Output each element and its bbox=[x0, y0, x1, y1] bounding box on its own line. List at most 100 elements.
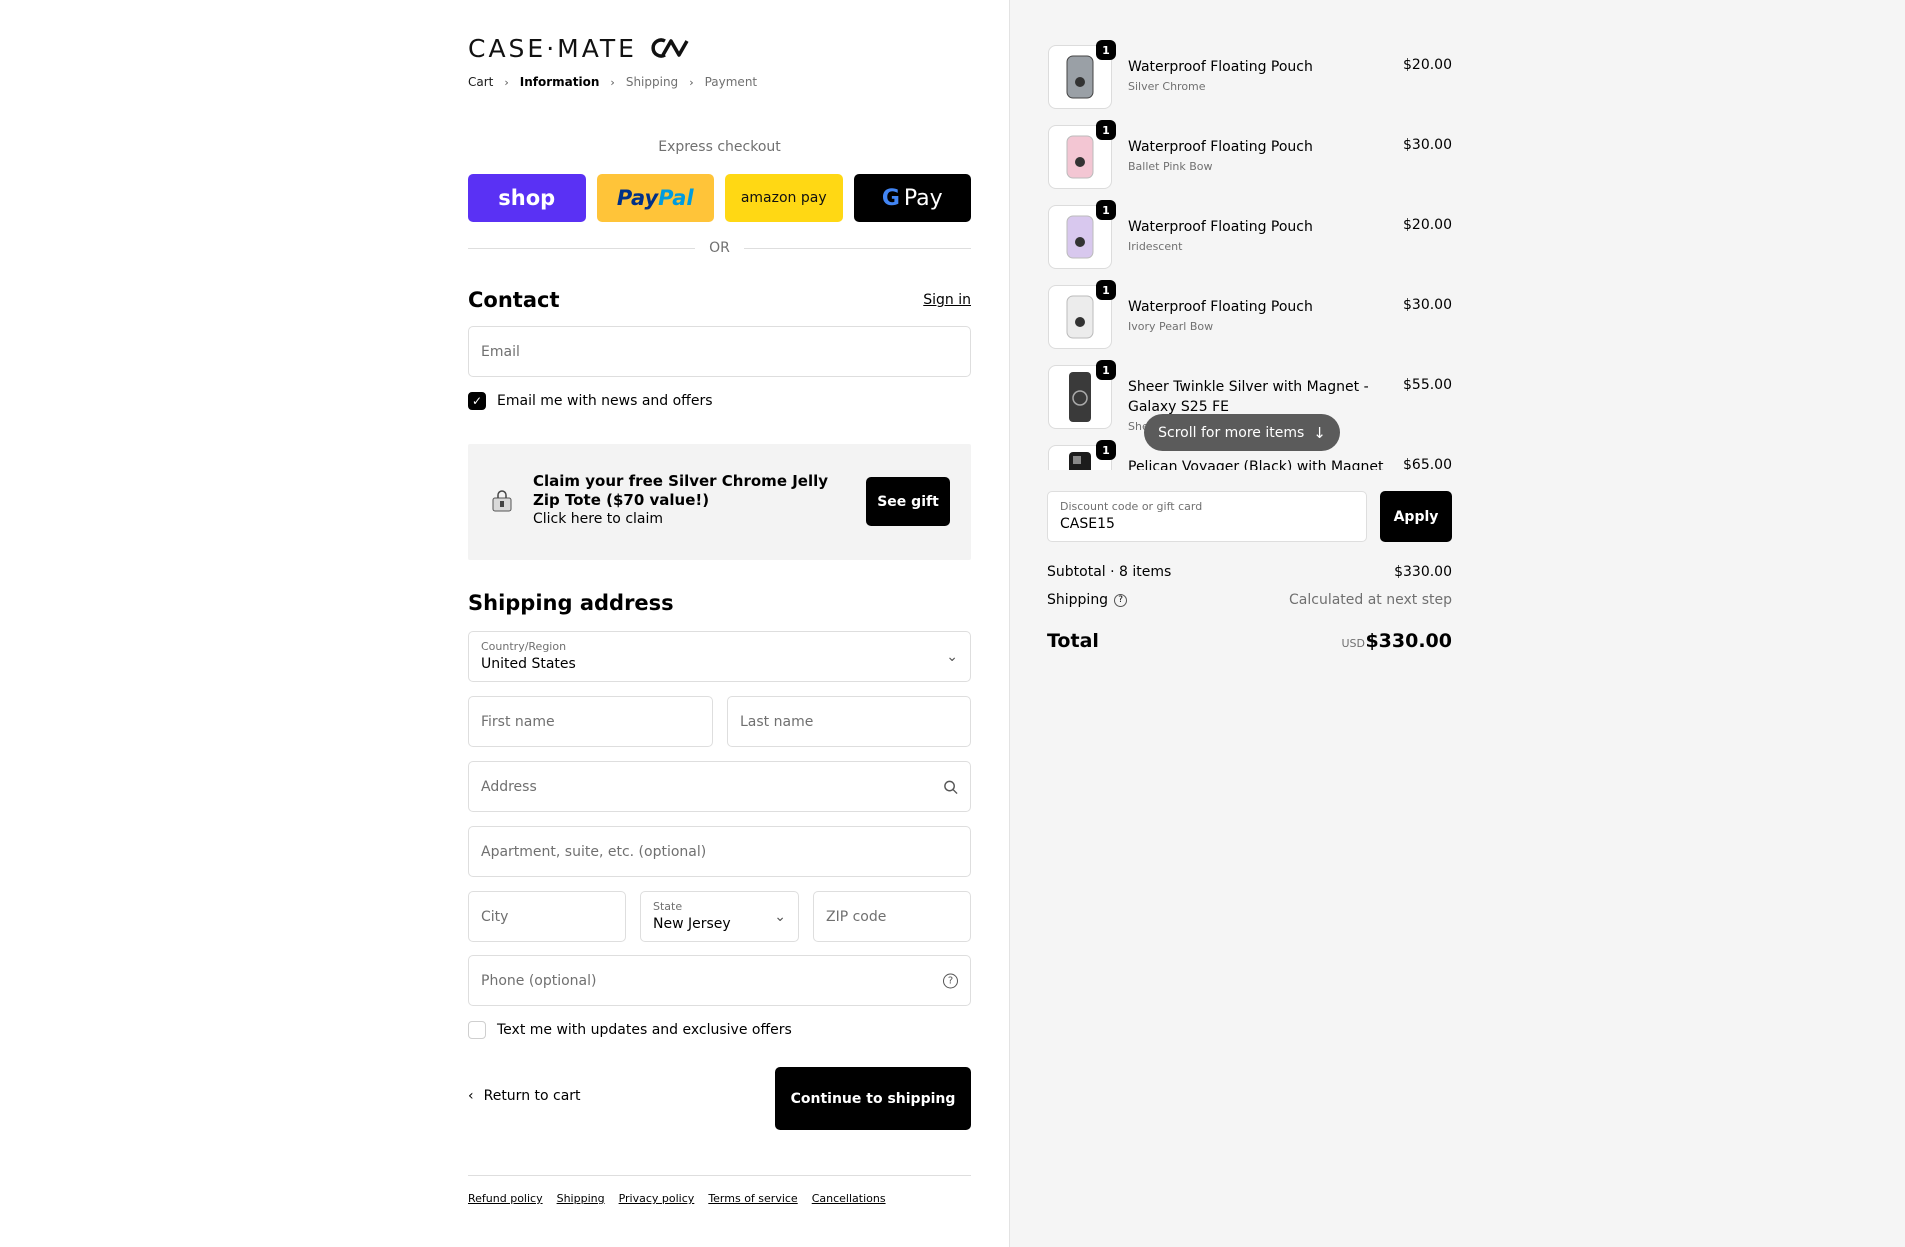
amazon-pay-label: amazon pay bbox=[740, 190, 827, 206]
shop-pay-label: shop bbox=[498, 186, 556, 210]
quantity-badge: 1 bbox=[1096, 40, 1116, 60]
quantity-badge: 1 bbox=[1096, 280, 1116, 300]
help-circle-icon[interactable]: ? bbox=[943, 973, 958, 988]
email-news-checkbox-row[interactable]: ✓ Email me with news and offers bbox=[468, 392, 713, 410]
shop-pay-button[interactable]: shop bbox=[468, 174, 586, 222]
order-item: 1 Waterproof Floating Pouch Iridescent $… bbox=[1047, 196, 1452, 269]
free-gift-banner[interactable]: Claim your free Silver Chrome Jelly Zip … bbox=[468, 444, 971, 560]
express-checkout-title: Express checkout bbox=[658, 139, 781, 155]
state-value: New Jersey bbox=[653, 916, 731, 932]
order-item: 1 Waterproof Floating Pouch Silver Chrom… bbox=[1047, 36, 1452, 109]
cancellations-link[interactable]: Cancellations bbox=[812, 1192, 886, 1205]
sms-label: Text me with updates and exclusive offer… bbox=[497, 1022, 792, 1038]
apartment-placeholder: Apartment, suite, etc. (optional) bbox=[481, 843, 707, 860]
state-label: State bbox=[653, 900, 683, 913]
breadcrumb-cart[interactable]: Cart bbox=[468, 75, 493, 89]
terms-of-service-link[interactable]: Terms of service bbox=[708, 1192, 797, 1205]
shipping-row: Shipping? Calculated at next step bbox=[1047, 592, 1452, 608]
subtotal-value: $330.00 bbox=[1394, 564, 1452, 580]
scroll-hint-label: Scroll for more items bbox=[1158, 424, 1305, 441]
item-name: Waterproof Floating Pouch bbox=[1128, 219, 1313, 235]
paypal-button[interactable]: Pay Pal bbox=[596, 174, 714, 222]
breadcrumb-shipping: Shipping bbox=[625, 75, 679, 89]
return-to-cart-link[interactable]: ‹ Return to cart bbox=[468, 1088, 581, 1104]
chevron-right-icon: › bbox=[689, 75, 694, 89]
item-name: Waterproof Floating Pouch bbox=[1128, 299, 1313, 315]
last-name-field[interactable]: Last name bbox=[727, 696, 971, 747]
see-gift-button[interactable]: See gift bbox=[866, 477, 950, 526]
discount-label: Discount code or gift card bbox=[1060, 500, 1203, 513]
quantity-badge: 1 bbox=[1096, 120, 1116, 140]
return-to-cart-label: Return to cart bbox=[483, 1088, 581, 1104]
email-news-label: Email me with news and offers bbox=[497, 393, 713, 409]
subtotal-row: Subtotal · 8 items $330.00 bbox=[1047, 564, 1452, 580]
sign-in-link[interactable]: Sign in bbox=[923, 292, 971, 308]
sms-checkbox-row[interactable]: Text me with updates and exclusive offer… bbox=[468, 1021, 792, 1039]
case-mate-logo[interactable]: CASE·MATE bbox=[468, 34, 691, 63]
tote-bag-icon bbox=[492, 490, 512, 512]
city-placeholder: City bbox=[481, 908, 509, 925]
paypal-label-pay: Pay bbox=[616, 186, 659, 210]
item-variant: Ivory Pearl Bow bbox=[1128, 320, 1214, 333]
arrow-down-icon: ↓ bbox=[1313, 423, 1326, 442]
breadcrumb: Cart › Information › Shipping › Payment bbox=[468, 75, 757, 89]
amazon-pay-button[interactable]: amazon pay bbox=[725, 174, 843, 222]
first-name-field[interactable]: First name bbox=[468, 696, 713, 747]
city-field[interactable]: City bbox=[468, 891, 626, 942]
or-divider: OR bbox=[468, 240, 971, 256]
first-name-placeholder: First name bbox=[481, 713, 555, 730]
apply-discount-button[interactable]: Apply bbox=[1380, 491, 1452, 542]
quantity-badge: 1 bbox=[1096, 200, 1116, 220]
google-pay-label: Pay bbox=[903, 185, 943, 211]
or-text: OR bbox=[709, 240, 730, 256]
google-pay-button[interactable]: G Pay bbox=[853, 174, 971, 222]
order-items-list[interactable]: 1 Waterproof Floating Pouch Silver Chrom… bbox=[1047, 36, 1452, 470]
phone-field[interactable]: Phone (optional) ? bbox=[468, 955, 971, 1006]
divider-line bbox=[743, 247, 971, 249]
footer-links: Refund policy Shipping Privacy policy Te… bbox=[468, 1192, 886, 1205]
discount-code-field[interactable]: Discount code or gift card CASE15 bbox=[1047, 491, 1367, 542]
footer-divider bbox=[468, 1175, 971, 1176]
item-variant: Ballet Pink Bow bbox=[1128, 160, 1213, 173]
item-price: $20.00 bbox=[1403, 57, 1452, 73]
breadcrumb-payment: Payment bbox=[704, 75, 758, 89]
country-select[interactable]: Country/Region United States ⌄ bbox=[468, 631, 971, 682]
privacy-policy-link[interactable]: Privacy policy bbox=[619, 1192, 695, 1205]
continue-to-shipping-button[interactable]: Continue to shipping bbox=[775, 1067, 971, 1130]
zip-field[interactable]: ZIP code bbox=[813, 891, 971, 942]
paypal-label-pal: Pal bbox=[658, 186, 694, 210]
search-icon bbox=[944, 780, 958, 794]
shipping-label: Shipping bbox=[1047, 592, 1109, 608]
apartment-field[interactable]: Apartment, suite, etc. (optional) bbox=[468, 826, 971, 877]
total-value: $330.00 bbox=[1365, 630, 1452, 652]
chevron-down-icon: ⌄ bbox=[774, 908, 786, 925]
item-price: $30.00 bbox=[1403, 137, 1452, 153]
refund-policy-link[interactable]: Refund policy bbox=[468, 1192, 543, 1205]
sms-checkbox[interactable] bbox=[468, 1021, 486, 1039]
chevron-right-icon: › bbox=[610, 75, 615, 89]
checkout-main: CASE·MATE Cart › Information › Shipping … bbox=[0, 0, 1009, 1247]
email-field[interactable]: Email bbox=[468, 326, 971, 377]
total-label: Total bbox=[1047, 630, 1099, 652]
item-name: Waterproof Floating Pouch bbox=[1128, 139, 1313, 155]
item-price: $65.00 bbox=[1403, 457, 1452, 470]
google-g-icon: G bbox=[881, 185, 900, 211]
order-item: 1 Waterproof Floating Pouch Ballet Pink … bbox=[1047, 116, 1452, 189]
address-field[interactable]: Address bbox=[468, 761, 971, 812]
breadcrumb-information: Information bbox=[519, 75, 600, 89]
last-name-placeholder: Last name bbox=[740, 713, 814, 730]
item-name: Waterproof Floating Pouch bbox=[1128, 59, 1313, 75]
item-variant: Iridescent bbox=[1128, 240, 1183, 253]
subtotal-label: Subtotal · 8 items bbox=[1047, 564, 1172, 580]
item-variant: Silver Chrome bbox=[1128, 80, 1206, 93]
help-circle-icon[interactable]: ? bbox=[1114, 593, 1128, 607]
item-price: $30.00 bbox=[1403, 297, 1452, 313]
phone-placeholder: Phone (optional) bbox=[481, 972, 597, 989]
zip-placeholder: ZIP code bbox=[826, 908, 887, 925]
gift-title: Claim your free Silver Chrome Jelly Zip … bbox=[533, 472, 829, 509]
shipping-policy-link[interactable]: Shipping bbox=[557, 1192, 605, 1205]
scroll-for-more-button[interactable]: Scroll for more items ↓ bbox=[1144, 414, 1340, 451]
order-item: 1 Sheer Twinkle Silver with Magnet - Gal… bbox=[1047, 356, 1452, 433]
email-news-checkbox[interactable]: ✓ bbox=[468, 392, 486, 410]
state-select[interactable]: State New Jersey ⌄ bbox=[640, 891, 799, 942]
